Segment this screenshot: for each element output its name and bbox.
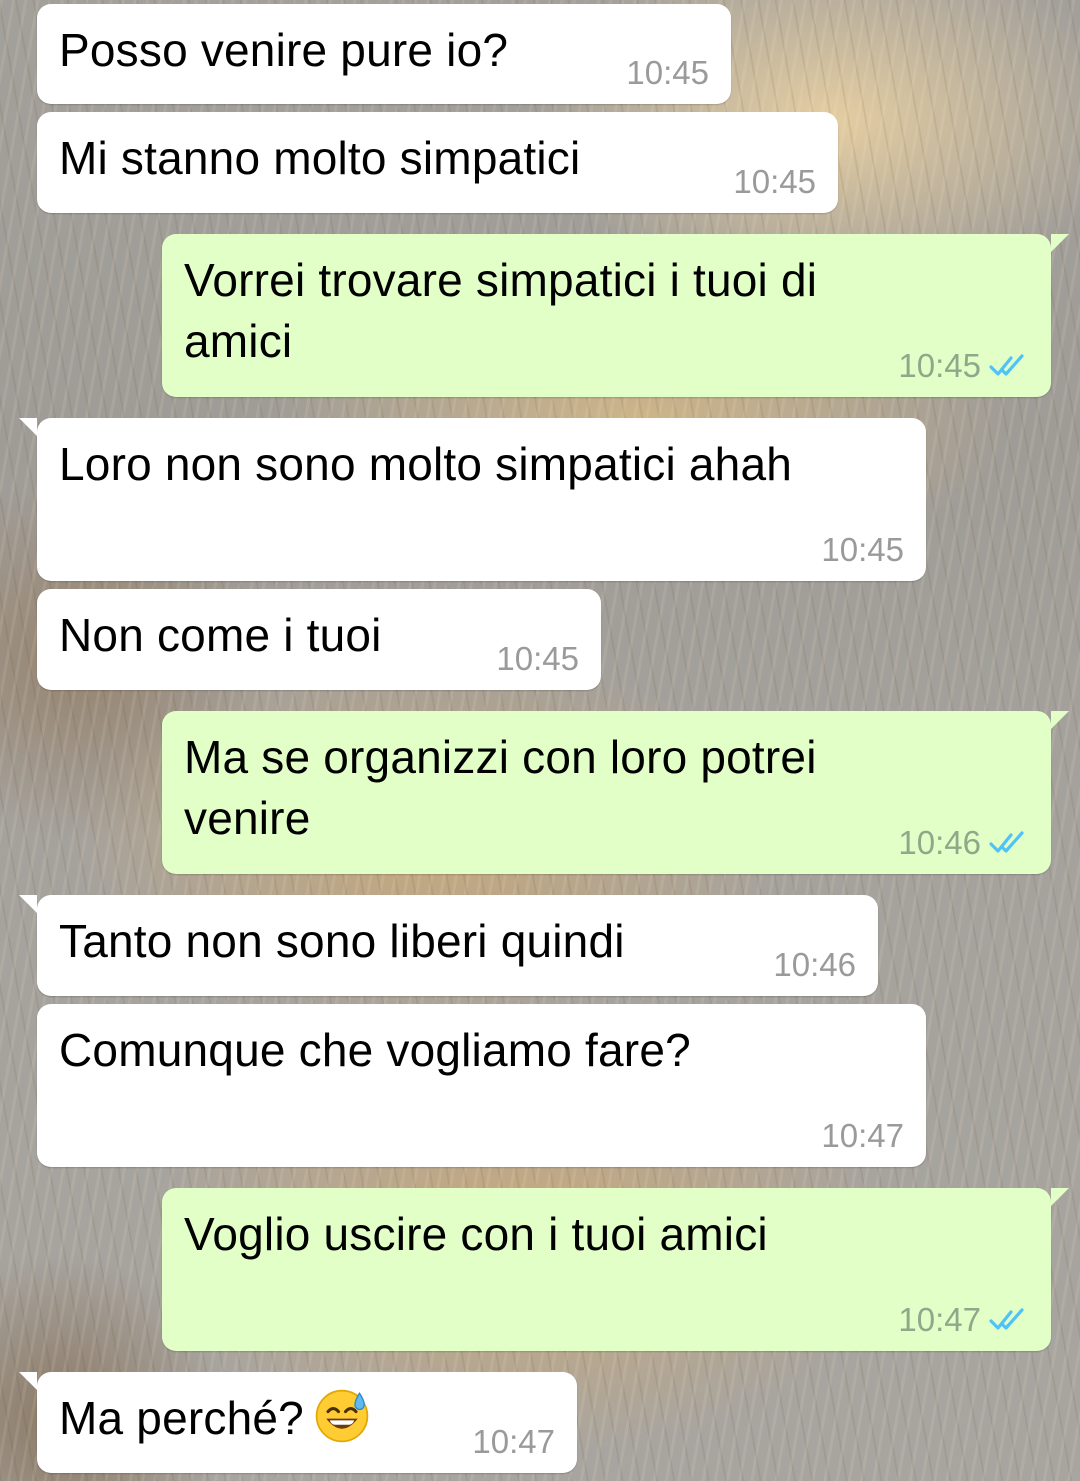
- message-bubble-outgoing[interactable]: Vorrei trovare simpatici i tuoi di amici…: [162, 234, 1069, 397]
- message-time: 10:47: [898, 1301, 981, 1338]
- message-bubble-incoming[interactable]: Ma perché? 10:47: [19, 1372, 577, 1473]
- message-time: 10:45: [898, 347, 981, 384]
- message-meta: 10:45: [898, 347, 1029, 385]
- message-bubble-outgoing[interactable]: Voglio uscire con i tuoi amici 10:47: [162, 1188, 1069, 1351]
- message-time: 10:45: [626, 54, 709, 91]
- message-text: Ma se organizzi con loro potrei venire: [184, 731, 830, 844]
- message-meta: 10:45: [626, 54, 709, 92]
- message-time: 10:45: [496, 640, 579, 677]
- message-meta: 10:45: [821, 531, 904, 569]
- message-text: Voglio uscire con i tuoi amici: [184, 1208, 768, 1260]
- double-check-read-icon: [989, 354, 1024, 376]
- message-meta: 10:47: [821, 1117, 904, 1155]
- message-text: Tanto non sono liberi quindi: [59, 915, 625, 967]
- message-text: Posso venire pure io?: [59, 24, 509, 76]
- message-text: Mi stanno molto simpatici: [59, 132, 581, 184]
- message-text: Vorrei trovare simpatici i tuoi di amici: [184, 254, 831, 367]
- message-bubble-incoming[interactable]: Tanto non sono liberi quindi 10:46: [19, 895, 878, 996]
- message-text: Loro non sono molto simpatici ahah: [59, 438, 793, 490]
- message-bubble-outgoing[interactable]: Ma se organizzi con loro potrei venire 1…: [162, 711, 1069, 874]
- message-bubble-incoming[interactable]: Posso venire pure io? 10:45: [37, 4, 731, 104]
- message-meta: 10:47: [472, 1423, 555, 1461]
- message-text-content: Ma perché?: [59, 1392, 304, 1444]
- message-time: 10:47: [472, 1423, 555, 1460]
- message-time: 10:46: [773, 946, 856, 983]
- message-meta: 10:45: [496, 640, 579, 678]
- message-bubble-incoming[interactable]: Loro non sono molto simpatici ahah 10:45: [19, 418, 926, 581]
- double-check-read-icon: [989, 1308, 1024, 1330]
- message-meta: 10:46: [898, 824, 1029, 862]
- message-meta: 10:46: [773, 946, 856, 984]
- message-time: 10:45: [733, 163, 816, 200]
- message-time: 10:45: [821, 531, 904, 568]
- message-bubble-incoming[interactable]: Non come i tuoi 10:45: [37, 589, 601, 690]
- message-meta: 10:45: [733, 163, 816, 201]
- message-bubble-incoming[interactable]: Mi stanno molto simpatici 10:45: [37, 112, 838, 213]
- grinning-face-with-sweat-emoji: [315, 1389, 369, 1443]
- message-time: 10:46: [898, 824, 981, 861]
- double-check-read-icon: [989, 831, 1024, 853]
- message-bubble-incoming[interactable]: Comunque che vogliamo fare? 10:47: [37, 1004, 926, 1167]
- message-time: 10:47: [821, 1117, 904, 1154]
- message-text: Comunque che vogliamo fare?: [59, 1024, 691, 1076]
- message-meta: 10:47: [898, 1301, 1029, 1339]
